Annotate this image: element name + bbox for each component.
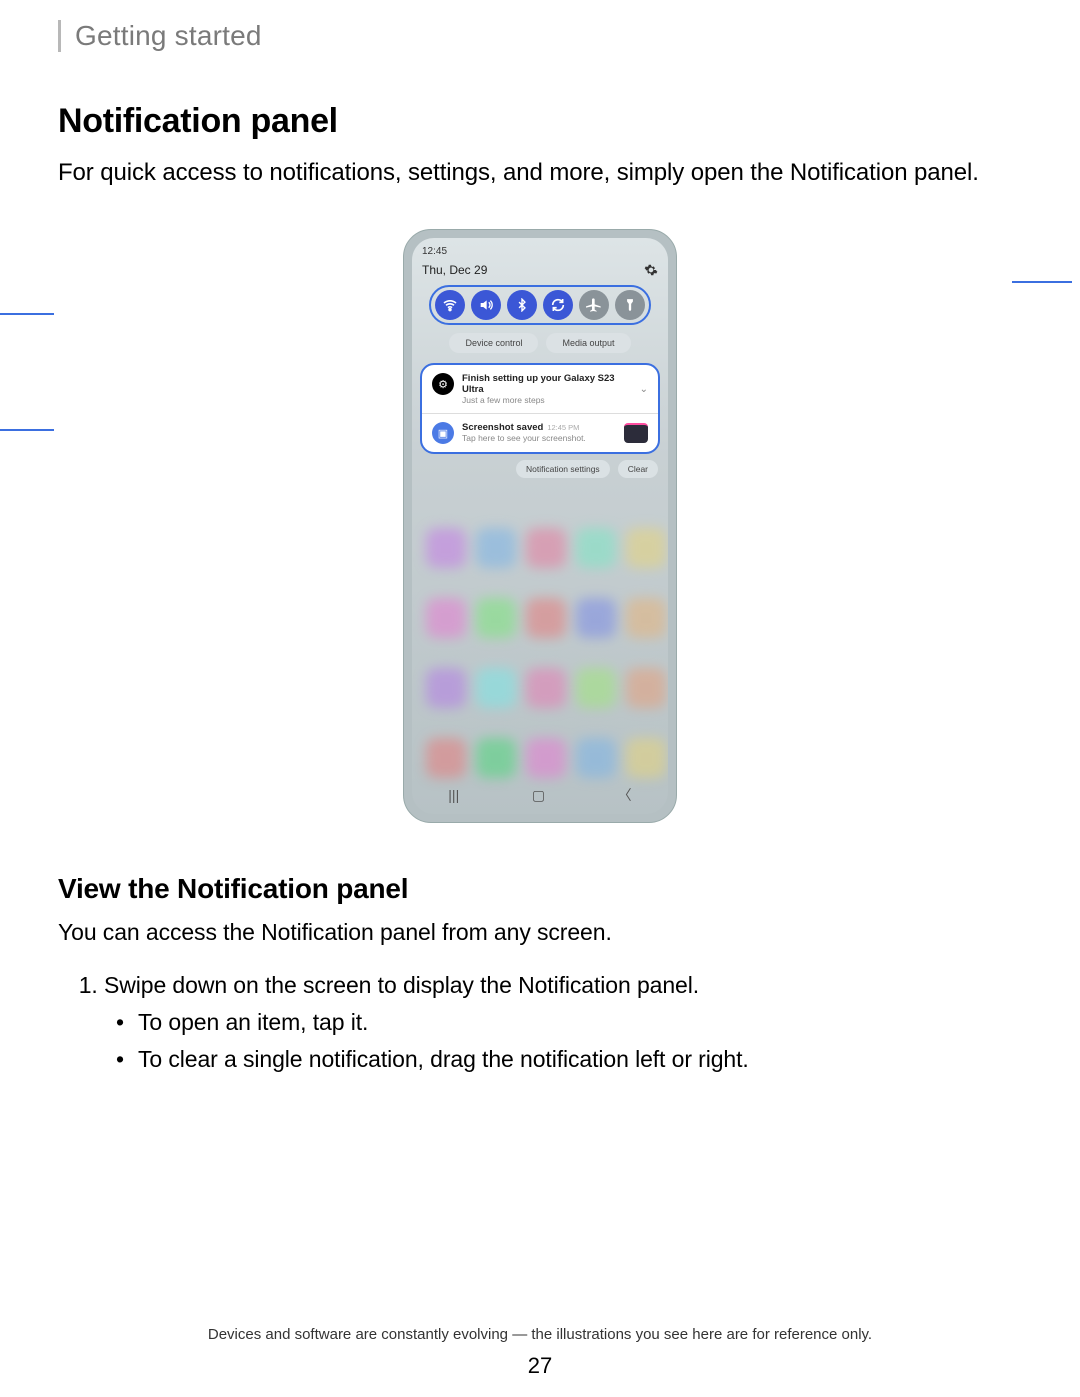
steps-list: Swipe down on the screen to display the … [58,972,1022,1073]
card-title: Finish setting up your Galaxy S23 Ultra [462,373,632,395]
figure: Quick settings Notification cards Device… [58,229,1022,823]
page-number: 27 [0,1353,1080,1379]
footer-note: Devices and software are constantly evol… [0,1326,1080,1343]
clear-button[interactable]: Clear [618,460,658,478]
section-intro: You can access the Notification panel fr… [58,919,1022,946]
breadcrumb: Getting started [58,20,1022,52]
list-item: To open an item, tap it. [138,1009,1022,1036]
phone-frame: 12:45 Thu, Dec 29 Device control [403,229,677,823]
wifi-icon[interactable] [435,290,465,320]
settings-app-icon: ⚙ [432,373,454,395]
notification-cards: ⚙ Finish setting up your Galaxy S23 Ultr… [420,363,660,454]
back-button[interactable]: 〈 [618,785,632,805]
media-output-chip[interactable]: Media output [546,333,630,353]
sound-icon[interactable] [471,290,501,320]
airplane-icon[interactable] [579,290,609,320]
callout-line [1012,281,1072,283]
bluetooth-icon[interactable] [507,290,537,320]
home-screen-apps [412,528,668,772]
card-title: Screenshot saved12:45 PM [462,422,616,433]
gear-icon[interactable] [644,263,658,277]
intro-paragraph: For quick access to notifications, setti… [58,157,1022,189]
list-item: To clear a single notification, drag the… [138,1046,1022,1073]
rotate-icon[interactable] [543,290,573,320]
callout-line [0,429,54,431]
date-text: Thu, Dec 29 [422,263,487,277]
chevron-down-icon[interactable]: ⌄ [640,384,648,395]
list-item: Swipe down on the screen to display the … [104,972,1022,1073]
notification-card[interactable]: ▣ Screenshot saved12:45 PM Tap here to s… [422,413,658,452]
callout-line [0,313,54,315]
card-subtitle: Tap here to see your screenshot. [462,433,616,443]
phone-screen: 12:45 Thu, Dec 29 Device control [412,238,668,814]
card-subtitle: Just a few more steps [462,395,632,405]
gallery-app-icon: ▣ [432,422,454,444]
notification-card[interactable]: ⚙ Finish setting up your Galaxy S23 Ultr… [422,365,658,413]
home-button[interactable]: ▢ [532,787,545,804]
quick-settings-row [412,285,668,325]
status-time: 12:45 [412,238,668,259]
flashlight-icon[interactable] [615,290,645,320]
section-title: View the Notification panel [58,873,1022,905]
page-title: Notification panel [58,102,1022,141]
device-control-chip[interactable]: Device control [449,333,538,353]
screenshot-thumbnail[interactable] [624,423,648,443]
recents-button[interactable]: ||| [448,787,459,803]
nav-bar: ||| ▢ 〈 [412,776,668,814]
quick-settings-group [429,285,651,325]
notification-settings-button[interactable]: Notification settings [516,460,610,478]
